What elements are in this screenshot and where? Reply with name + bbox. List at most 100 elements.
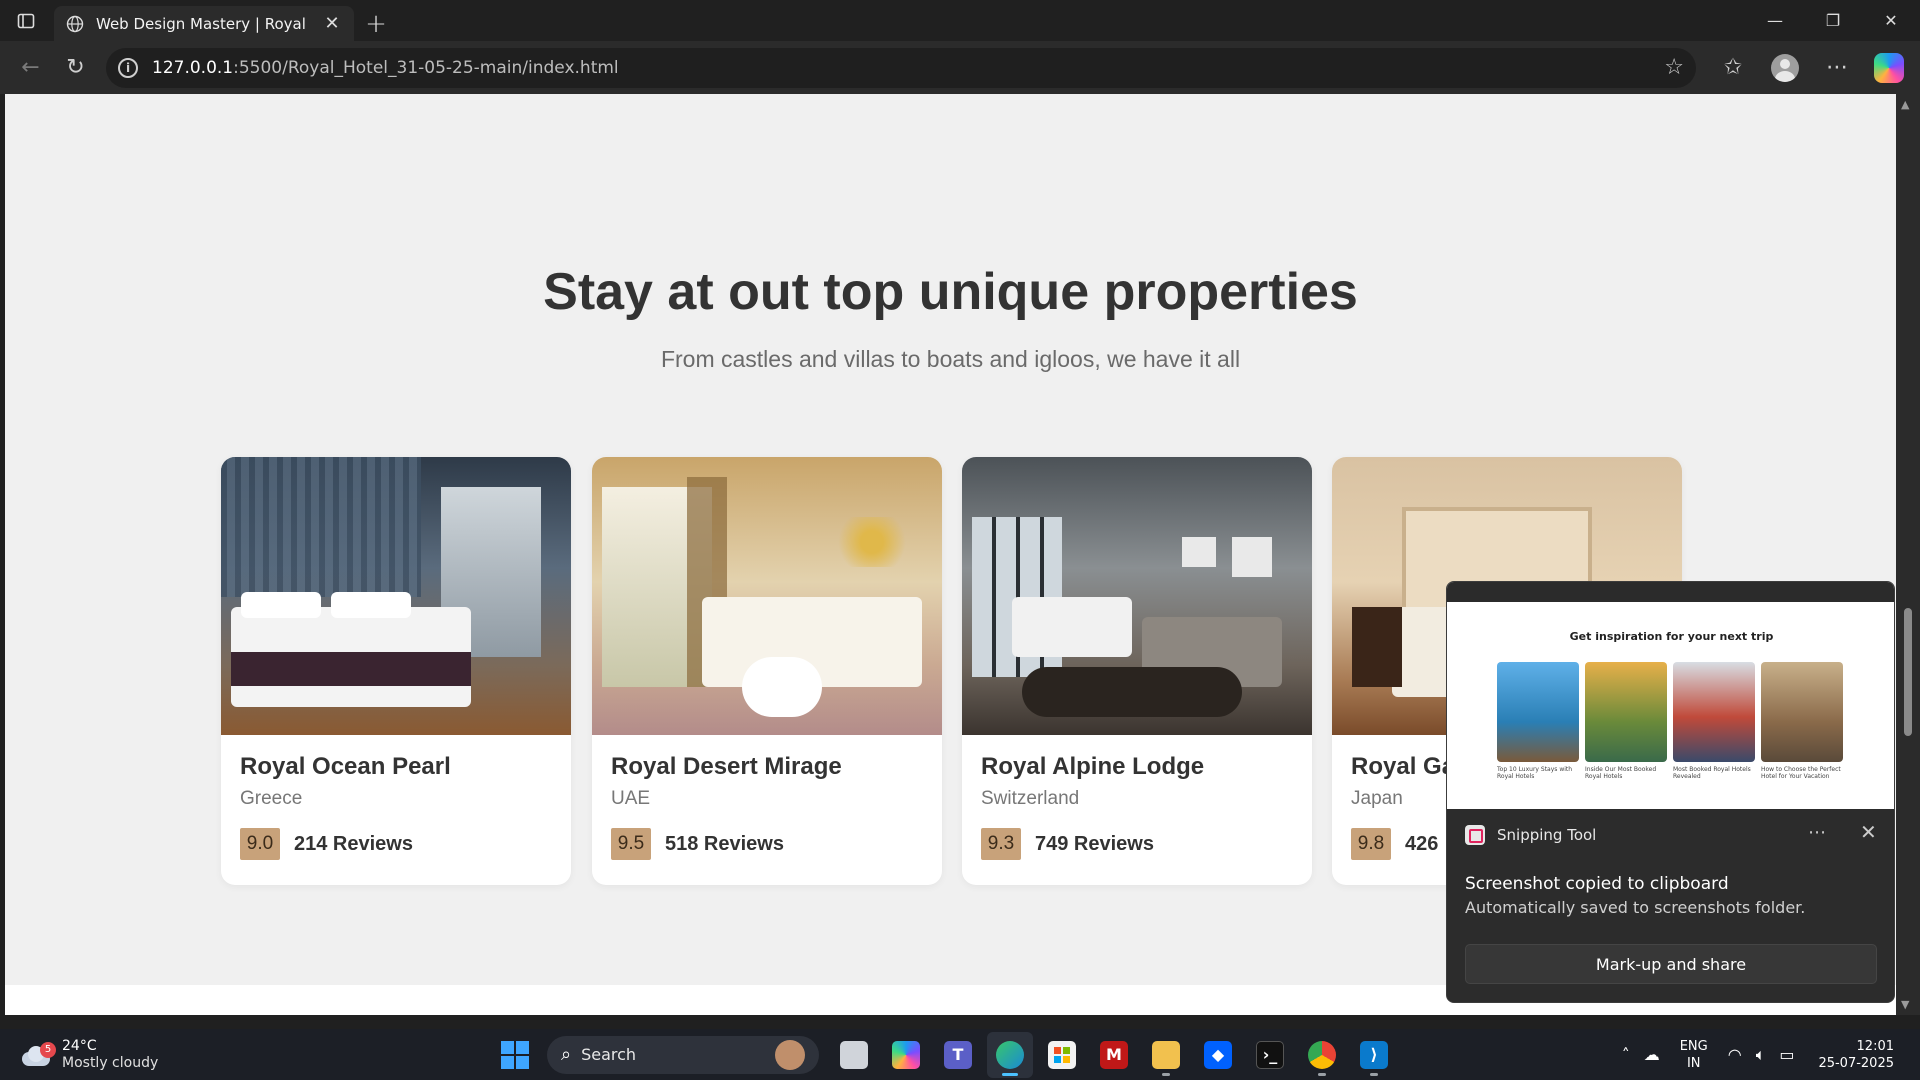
file-explorer-app[interactable] (1143, 1032, 1189, 1078)
toast-app-name: Snipping Tool (1497, 826, 1597, 844)
profile-button[interactable] (1762, 48, 1808, 88)
browser-toolbar: ← ↻ i 127.0.0.1:5500/Royal_Hotel_31-05-2… (0, 41, 1920, 94)
scroll-thumb[interactable] (1904, 608, 1912, 736)
weather-condition: Mostly cloudy (62, 1054, 159, 1071)
vscode-icon: ⟩ (1360, 1040, 1388, 1069)
close-window-button[interactable]: ✕ (1862, 0, 1920, 41)
browser-tab-active[interactable]: Web Design Mastery | Royal Hotel ✕ (54, 6, 354, 41)
folder-icon (1152, 1040, 1180, 1069)
favorites-icon[interactable]: ✩ (1710, 48, 1756, 88)
store-app[interactable] (1039, 1032, 1085, 1078)
toast-headline: Screenshot copied to clipboard (1465, 874, 1729, 894)
score-badge: 9.5 (611, 828, 651, 860)
property-image (962, 457, 1312, 735)
wifi-icon[interactable]: ◠ (1728, 1045, 1742, 1064)
terminal-app[interactable]: ›_ (1247, 1032, 1293, 1078)
tab-actions-button[interactable] (0, 0, 52, 41)
search-label: Search (581, 1045, 637, 1064)
tab-actions-icon (17, 13, 35, 28)
system-tray: ˄ ☁ ENG IN ◠ 🔈︎ ▭ 12:01 25-07-2025 (1622, 1029, 1920, 1080)
url-text[interactable]: 127.0.0.1:5500/Royal_Hotel_31-05-25-main… (152, 58, 1650, 78)
teams-app[interactable]: T (935, 1032, 981, 1078)
more-menu-icon[interactable]: ⋯ (1814, 48, 1860, 88)
property-name: Royal Ga (1351, 753, 1456, 780)
store-icon (1048, 1040, 1076, 1069)
volume-icon[interactable]: 🔈︎ (1756, 1045, 1766, 1065)
thumbnail-title: Get inspiration for your next trip (1569, 630, 1774, 643)
section-subheading: From castles and villas to boats and igl… (660, 346, 1241, 372)
url-path: :5500/Royal_Hotel_31-05-25-main/index.ht… (233, 57, 619, 78)
review-count: 518 Reviews (665, 832, 784, 855)
battery-icon[interactable]: ▭ (1779, 1045, 1794, 1064)
property-location: UAE (611, 788, 651, 809)
chrome-app[interactable] (1299, 1032, 1345, 1078)
taskbar-search[interactable]: ⌕ Search (547, 1035, 819, 1074)
refresh-button[interactable]: ↻ (53, 48, 98, 88)
language-indicator[interactable]: ENG IN (1680, 1038, 1708, 1072)
thumbnail-caption: Inside Our Most Booked Royal Hotels (1585, 766, 1657, 780)
weather-widget[interactable]: 5 24°C Mostly cloudy (18, 1029, 158, 1080)
chrome-icon (1308, 1040, 1336, 1069)
site-info-icon[interactable]: i (118, 57, 138, 78)
chevron-up-icon[interactable]: ˄ (1622, 1045, 1630, 1064)
maximize-button[interactable]: ❐ (1804, 0, 1862, 41)
clock[interactable]: 12:01 25-07-2025 (1818, 1038, 1894, 1072)
tab-title: Web Design Mastery | Royal Hotel (96, 14, 310, 33)
property-image (592, 457, 942, 735)
review-count: 749 Reviews (1035, 832, 1154, 855)
toast-body: Automatically saved to screenshots folde… (1465, 898, 1806, 917)
property-rating: 9.8 426 (1351, 828, 1438, 860)
snipping-tool-notification[interactable]: Get inspiration for your next trip Top 1… (1446, 581, 1895, 1003)
language-code: ENG (1679, 1038, 1708, 1054)
copilot-button[interactable] (1866, 48, 1912, 88)
tab-close-icon[interactable]: ✕ (322, 13, 342, 34)
new-tab-button[interactable]: + (354, 6, 398, 41)
start-button[interactable] (495, 1035, 535, 1075)
property-card[interactable]: Royal Ocean Pearl Greece 9.0 214 Reviews (221, 457, 571, 885)
edge-icon (996, 1040, 1024, 1069)
vscode-app[interactable]: ⟩ (1351, 1032, 1397, 1078)
property-location: Greece (240, 788, 303, 809)
clock-time: 12:01 (1856, 1038, 1894, 1054)
toolbar-right: ✩ ⋯ (1710, 48, 1912, 88)
score-badge: 9.3 (981, 828, 1021, 860)
score-badge: 9.8 (1351, 828, 1391, 860)
property-card[interactable]: Royal Desert Mirage UAE 9.5 518 Reviews (592, 457, 942, 885)
review-count: 214 Reviews (294, 832, 413, 855)
dropbox-app[interactable]: ◆ (1195, 1032, 1241, 1078)
property-rating: 9.0 214 Reviews (240, 828, 413, 860)
mcafee-app[interactable]: M (1091, 1032, 1137, 1078)
temperature: 24°C (62, 1037, 97, 1054)
property-name: Royal Ocean Pearl (240, 753, 451, 780)
section-heading: Stay at out top unique properties (543, 263, 1358, 321)
score-badge: 9.0 (240, 828, 280, 860)
page-scrollbar[interactable]: ▲ ▼ (1896, 94, 1920, 1015)
favorite-star-icon[interactable]: ☆ (1664, 55, 1684, 80)
clock-date: 25-07-2025 (1818, 1055, 1894, 1071)
property-location: Switzerland (981, 788, 1080, 809)
markup-share-button[interactable]: Mark-up and share (1465, 944, 1877, 984)
task-view-button[interactable] (831, 1032, 877, 1078)
snipping-tool-icon (1465, 825, 1485, 845)
scroll-up-icon[interactable]: ▲ (1901, 98, 1909, 111)
review-count: 426 (1405, 832, 1439, 855)
language-region: IN (1686, 1055, 1701, 1071)
globe-icon (66, 15, 84, 32)
onedrive-icon[interactable]: ☁ (1644, 1045, 1660, 1064)
property-card[interactable]: Royal Alpine Lodge Switzerland 9.3 749 R… (962, 457, 1312, 885)
scroll-down-icon[interactable]: ▼ (1901, 998, 1909, 1011)
copilot-app[interactable] (883, 1032, 929, 1078)
task-view-icon (840, 1040, 868, 1069)
edge-app[interactable] (987, 1031, 1033, 1078)
toast-more-icon[interactable]: ⋯ (1808, 822, 1826, 843)
toast-close-icon[interactable]: ✕ (1860, 820, 1877, 844)
teams-icon: T (944, 1040, 972, 1069)
property-name: Royal Alpine Lodge (981, 753, 1205, 780)
thumbnail-caption: Most Booked Royal Hotels Revealed (1673, 766, 1751, 780)
back-button[interactable]: ← (8, 48, 53, 88)
toast-app-header: Snipping Tool (1465, 825, 1596, 845)
address-bar[interactable]: i 127.0.0.1:5500/Royal_Hotel_31-05-25-ma… (106, 47, 1697, 88)
screenshot-thumbnail[interactable]: Get inspiration for your next trip Top 1… (1447, 582, 1894, 809)
minimize-button[interactable]: — (1746, 0, 1804, 41)
search-icon: ⌕ (561, 1044, 572, 1065)
